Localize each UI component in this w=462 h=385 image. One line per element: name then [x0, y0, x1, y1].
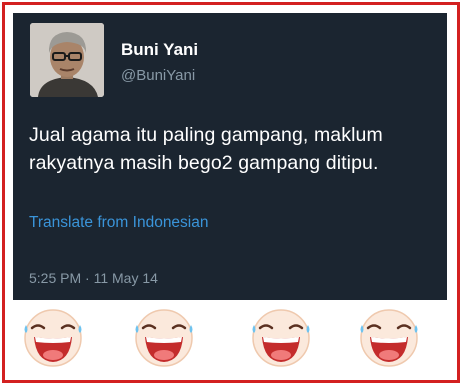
laughing-tears-icon [360, 309, 418, 367]
avatar[interactable] [30, 23, 104, 97]
tweet-card: Buni Yani @BuniYani Jual agama itu palin… [13, 13, 447, 300]
display-name[interactable]: Buni Yani [121, 40, 198, 60]
laughing-tears-icon [135, 309, 193, 367]
profile-photo [30, 23, 104, 97]
tweet-text-line: rakyatnya masih bego2 gampang ditipu. [29, 152, 379, 174]
laughing-tears-icon [24, 309, 82, 367]
tweet-timestamp[interactable]: 5:25 PM · 11 May 14 [29, 270, 158, 286]
user-handle[interactable]: @BuniYani [121, 67, 195, 84]
emoji-row [0, 300, 462, 378]
laughing-tears-icon [252, 309, 310, 367]
tweet-text: Jual agama itu paling gampang, maklum ra… [29, 121, 439, 177]
translate-link[interactable]: Translate from Indonesian [29, 214, 209, 232]
tweet-text-line: Jual agama itu paling gampang, maklum [29, 124, 383, 146]
